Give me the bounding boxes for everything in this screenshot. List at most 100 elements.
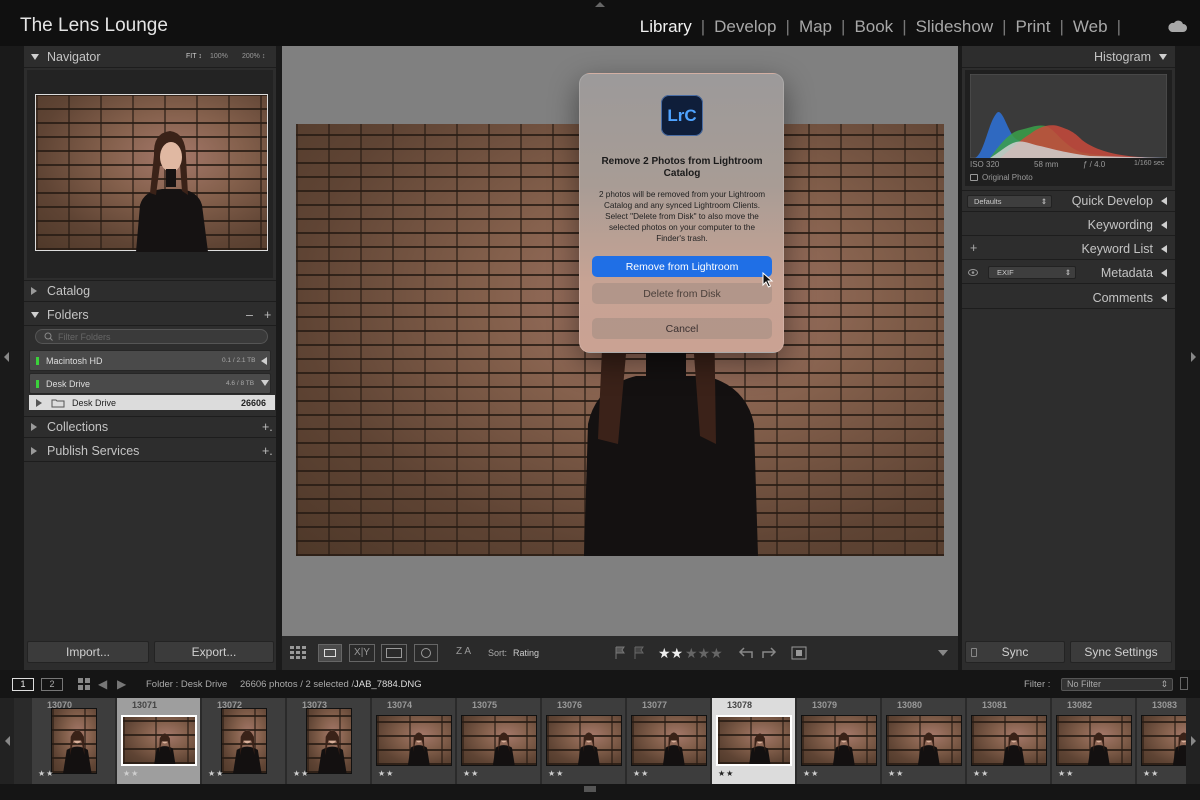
filter-select[interactable]: No Filter ⇕ [1061,678,1173,691]
remove-from-lightroom-button[interactable]: Remove from Lightroom [592,256,772,277]
comments-header[interactable]: Comments [962,287,1175,309]
histogram-header[interactable]: Histogram [962,46,1175,68]
folders-header[interactable]: Folders – + [24,304,276,326]
import-button[interactable]: Import... [27,641,149,663]
collapse-top-arrow-icon[interactable] [595,2,605,7]
module-library[interactable]: Library [640,17,692,37]
filmstrip-cell[interactable]: 13070 ★★ [32,698,116,784]
photo-thumbnail[interactable] [716,715,792,766]
metadata-header[interactable]: EXIF ⇕ Metadata [962,262,1175,284]
forward-arrow-icon[interactable]: ▶ [117,677,126,691]
filmstrip-cell[interactable]: 13072 ★★ [202,698,286,784]
filmstrip-cell[interactable]: 13071 ★★ [117,698,201,784]
sync-settings-button[interactable]: Sync Settings [1070,641,1172,663]
grid-icon[interactable] [78,678,90,690]
photo-thumbnail[interactable] [51,708,97,774]
survey-view-button[interactable] [381,644,407,662]
photo-thumbnail[interactable] [631,715,707,766]
navigator-header[interactable]: Navigator FIT ↕ 100% 200% ↕ [24,46,276,68]
histogram-graph[interactable] [970,74,1167,158]
collapse-left-arrow-icon[interactable] [4,352,9,362]
crop-overlay-icon[interactable] [789,644,809,662]
keywording-header[interactable]: Keywording [962,214,1175,236]
original-photo-checkbox[interactable] [970,174,978,181]
quick-develop-preset-select[interactable]: Defaults ⇕ [967,195,1052,208]
navigator-thumbnail[interactable] [35,94,268,252]
people-view-button[interactable] [414,644,438,662]
primary-window-button[interactable]: 1 [12,678,34,691]
folder-desk-drive[interactable]: Desk Drive 26606 [29,395,275,410]
cancel-button[interactable]: Cancel [592,318,772,339]
eye-icon[interactable] [968,269,978,276]
grid-view-icon[interactable] [289,645,311,660]
sync-button[interactable]: Sync [965,641,1065,663]
filmstrip-cell[interactable]: 13080 ★★ [882,698,966,784]
photo-thumbnail[interactable] [306,708,352,774]
module-develop[interactable]: Develop [714,17,776,37]
rotate-left-icon[interactable] [738,646,754,660]
rating-stars-empty[interactable]: ★★★ [685,645,723,662]
photo-thumbnail[interactable] [971,715,1047,766]
publish-services-header[interactable]: Publish Services +. [24,440,276,462]
module-book[interactable]: Book [854,17,893,37]
zoom-200[interactable]: 200% ↕ [242,53,265,60]
collections-header[interactable]: Collections +. [24,416,276,438]
add-folder-button[interactable]: + [264,308,271,322]
toolbar-menu-icon[interactable] [938,650,948,656]
scroll-right-icon[interactable] [1191,736,1196,746]
add-collection-button[interactable]: +. [262,420,273,434]
photo-thumbnail[interactable] [886,715,962,766]
photo-thumbnail[interactable] [1056,715,1132,766]
module-web[interactable]: Web [1073,17,1108,37]
pick-flag-icon[interactable] [614,646,626,659]
photo-thumbnail[interactable] [121,715,197,766]
selected-filename[interactable]: JAB_7884.DNG [354,679,422,690]
scroll-left-icon[interactable] [4,736,10,746]
reject-flag-icon[interactable] [633,646,645,659]
cloud-icon[interactable] [1167,20,1187,32]
photo-thumbnail[interactable] [546,715,622,766]
metadata-preset-select[interactable]: EXIF ⇕ [988,266,1076,279]
filter-lock-icon[interactable] [1180,677,1188,690]
remove-folder-button[interactable]: – [246,308,253,322]
secondary-window-button[interactable]: 2 [41,678,63,691]
filmstrip-cell[interactable]: 13079 ★★ [797,698,881,784]
photo-thumbnail[interactable] [376,715,452,766]
rotate-right-icon[interactable] [761,646,777,660]
source-label[interactable]: Folder : Desk Drive [146,679,227,690]
photo-thumbnail[interactable] [461,715,537,766]
sort-select[interactable]: Rating [513,648,539,658]
collapse-right-arrow-icon[interactable] [1191,352,1196,362]
quick-develop-header[interactable]: Defaults ⇕ Quick Develop [962,190,1175,212]
compare-view-button[interactable]: X|Y [349,644,375,662]
filmstrip-cell[interactable]: 13081 ★★ [967,698,1051,784]
delete-from-disk-button[interactable]: Delete from Disk [592,283,772,304]
filmstrip-cell[interactable]: 13075 ★★ [457,698,541,784]
add-publish-service-button[interactable]: +. [262,444,273,458]
filmstrip-cell[interactable]: 13074 ★★ [372,698,456,784]
module-print[interactable]: Print [1016,17,1051,37]
filmstrip-cell[interactable]: 13082 ★★ [1052,698,1136,784]
auto-sync-toggle[interactable] [971,648,977,657]
filter-folders-field[interactable]: Filter Folders [35,329,268,344]
rating-stars-filled[interactable]: ★★ [658,645,683,662]
module-map[interactable]: Map [799,17,832,37]
filmstrip-cell[interactable]: 13077 ★★ [627,698,711,784]
add-keyword-button[interactable]: + [970,241,977,255]
filmstrip-cell[interactable]: 13076 ★★ [542,698,626,784]
module-slideshow[interactable]: Slideshow [916,17,994,37]
export-button[interactable]: Export... [154,641,274,663]
zoom-100[interactable]: 100% [210,53,228,60]
keyword-list-header[interactable]: + Keyword List [962,238,1175,260]
volume-macintosh-hd[interactable]: Macintosh HD 0.1 / 2.1 TB [29,350,271,371]
back-arrow-icon[interactable]: ◀ [98,677,107,691]
filmstrip-cell[interactable]: 13073 ★★ [287,698,371,784]
catalog-header[interactable]: Catalog [24,280,276,302]
photo-thumbnail[interactable] [221,708,267,774]
filmstrip-cell[interactable]: 13078 ★★ [712,698,796,784]
zoom-fit[interactable]: FIT ↕ [186,53,202,60]
filmstrip-scroll-thumb[interactable] [584,786,596,792]
volume-desk-drive[interactable]: Desk Drive 4.6 / 8 TB [29,373,271,394]
sort-direction-icon[interactable]: Z A [456,646,471,657]
loupe-view-button[interactable] [318,644,342,662]
